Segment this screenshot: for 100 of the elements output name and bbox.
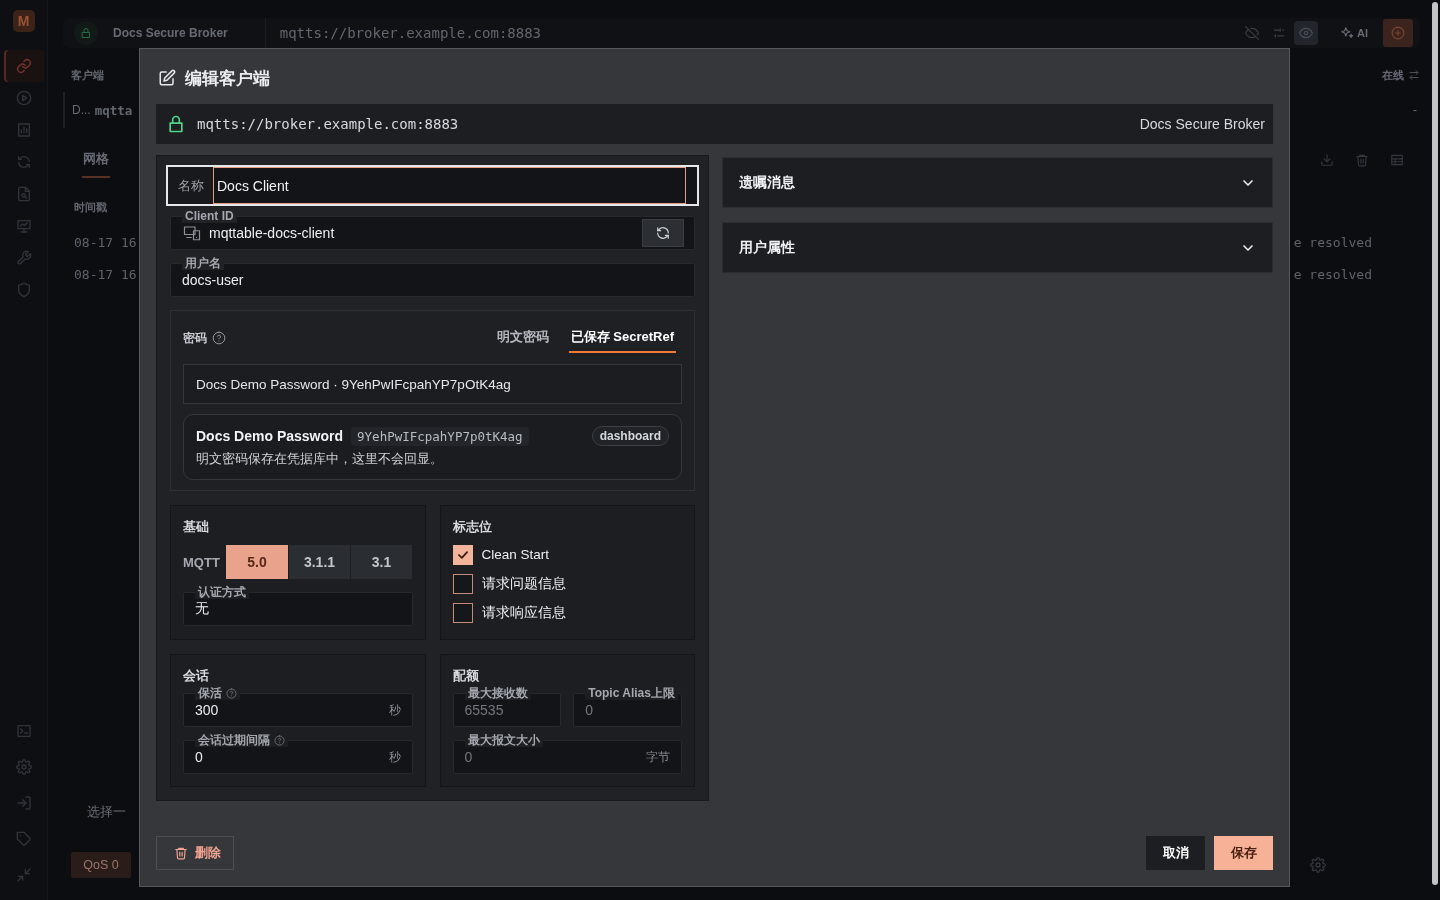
scrollbar-thumb[interactable] (1432, 2, 1438, 885)
field-label: 保活 (198, 684, 222, 702)
card-title: 配额 (452, 667, 480, 685)
client-name[interactable]: D... (72, 103, 91, 117)
status-label: 在线 (1382, 67, 1404, 83)
swap-icon[interactable] (1408, 69, 1420, 81)
broker-name: Docs Secure Broker (1139, 116, 1265, 132)
column-header: 时间戳 (74, 199, 107, 215)
secret-note: 明文密码保存在凭据库中，这里不会回显。 (196, 451, 444, 467)
number-field[interactable]: 保活 300 秒 (183, 686, 413, 727)
view-tab[interactable]: 网格 (82, 142, 110, 178)
clients-heading: 客户端 (71, 67, 104, 83)
unit-label: 秒 (388, 748, 401, 766)
secret-select[interactable]: Docs Demo Password · 9YehPwIFcpahYP7pOtK4ag (183, 364, 682, 404)
help-icon[interactable] (274, 734, 285, 746)
password-label: 密码 (183, 329, 207, 347)
checkbox-label[interactable]: 请求问题信息 (481, 574, 566, 593)
field-label: 认证方式 (198, 583, 246, 601)
tag-icon (15, 831, 32, 847)
lock-icon (74, 21, 98, 45)
chart-board-icon (15, 218, 32, 234)
number-field[interactable]: 会话过期间隔 0 秒 (183, 733, 413, 774)
play-icon (15, 90, 32, 106)
nav-item[interactable] (3, 50, 44, 82)
toolbar-button[interactable] (1294, 21, 1318, 45)
delete-button[interactable]: 删除 (156, 836, 234, 870)
table-cell: 08-17 16 (74, 266, 137, 282)
table-cell: 08-17 16 (74, 234, 137, 250)
field-label: 会话过期间隔 (198, 731, 270, 749)
app-logo: M (12, 10, 35, 32)
scope-tag: dashboard (591, 426, 669, 446)
field-label: 最大接收数 (467, 684, 528, 702)
qos-button[interactable]: QoS 0 (71, 852, 131, 878)
card-title: 会话 (183, 667, 210, 685)
unit-label: 秒 (388, 701, 401, 719)
accordion-header[interactable]: 遗嘱消息 (722, 157, 1273, 208)
login-icon (15, 795, 32, 811)
sparkle-icon (1340, 26, 1354, 40)
number-field[interactable]: 最大接收数 65535 (452, 686, 562, 727)
shield-icon (15, 282, 32, 298)
checkbox[interactable] (452, 602, 473, 623)
field-label: Topic Alias上限 (588, 684, 675, 702)
refresh-icon (15, 154, 32, 170)
terminal-icon (15, 723, 32, 739)
help-icon[interactable] (226, 687, 237, 699)
wrench-icon (15, 250, 32, 266)
checkbox-label[interactable]: Clean Start (481, 547, 550, 562)
broker-url: mqtts://broker.example.com:8883 (197, 116, 459, 132)
trash-icon[interactable] (1355, 153, 1369, 167)
app-broker-name: Docs Secure Broker (113, 26, 228, 40)
accordion-header[interactable]: 用户属性 (722, 222, 1273, 273)
client-id-field[interactable]: Client ID mqttable-docs-client (170, 209, 695, 250)
client-status-text: - (1413, 103, 1417, 117)
version-option[interactable]: 5.0 (226, 545, 288, 579)
sliders-icon (1272, 26, 1286, 40)
app-broker-url: mqtts://broker.example.com:8883 (279, 25, 542, 41)
trash-icon (174, 846, 188, 860)
lock-icon (166, 113, 186, 135)
cancel-button[interactable]: 取消 (1146, 836, 1205, 870)
save-button[interactable]: 保存 (1214, 836, 1273, 870)
number-field[interactable]: Topic Alias上限 0 (573, 686, 682, 727)
version-option[interactable]: 3.1.1 (288, 545, 350, 579)
field-label: 用户名 (185, 254, 221, 272)
auth-field[interactable]: 认证方式 无 (183, 585, 413, 626)
regenerate-button[interactable] (642, 219, 684, 247)
settings-icon (15, 759, 32, 775)
field-label: 最大报文大小 (467, 731, 540, 749)
secret-ref-chip: 9YehPwIFcpahYP7p0tK4ag (351, 426, 529, 446)
checkbox[interactable] (452, 544, 473, 565)
help-icon[interactable] (212, 331, 226, 345)
checkbox-label[interactable]: 请求响应信息 (481, 603, 566, 622)
refresh-icon (656, 226, 670, 240)
table-icon[interactable] (1390, 153, 1404, 167)
field-label: Client ID (185, 209, 234, 223)
number-field[interactable]: 最大报文大小 0 字节 (452, 733, 682, 774)
table-cell: e resolved (1293, 266, 1372, 282)
version-option[interactable]: 3.1 (350, 545, 412, 579)
file-search-icon (15, 186, 32, 202)
protocol-label: MQTT (183, 554, 221, 570)
download-icon[interactable] (1320, 153, 1334, 167)
link-icon (15, 58, 32, 74)
edit-icon (158, 69, 176, 87)
secret-name: Docs Demo Password (196, 428, 344, 444)
add-button[interactable] (1383, 19, 1413, 47)
password-mode-tab[interactable]: 明文密码 (494, 323, 551, 353)
card-title: 基础 (183, 518, 210, 536)
table-cell: e resolved (1293, 234, 1372, 250)
name-field[interactable]: 名称 Docs Client (166, 165, 699, 206)
devices-icon (182, 224, 202, 242)
eye-icon (1299, 26, 1313, 40)
collapse-icon (15, 867, 32, 883)
checkbox[interactable] (452, 573, 473, 594)
username-field[interactable]: 用户名 docs-user (170, 256, 695, 297)
name-label: 名称 (168, 167, 213, 204)
dialog-title: 编辑客户端 (185, 67, 270, 90)
card-title: 标志位 (452, 518, 493, 536)
settings-icon[interactable] (1310, 857, 1326, 873)
eye-off-icon (1245, 26, 1259, 40)
password-mode-tab[interactable]: 已保存 SecretRef (568, 323, 676, 353)
bar-chart-icon (15, 122, 32, 138)
